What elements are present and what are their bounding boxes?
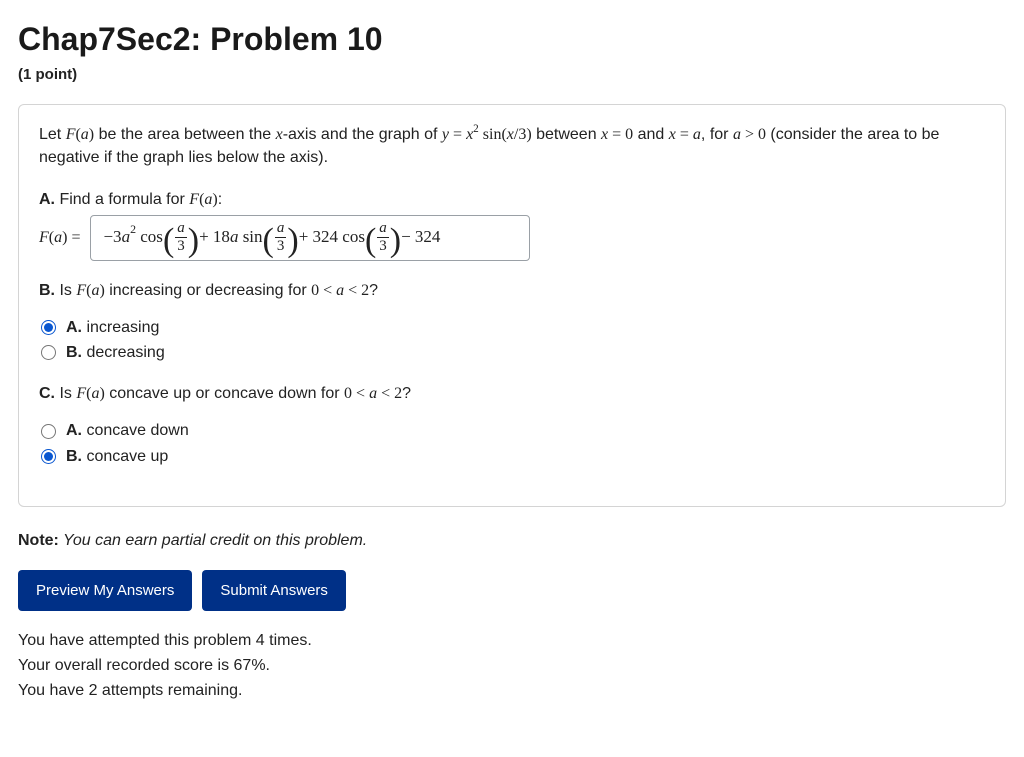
part-b-text: Is <box>55 282 76 299</box>
part-c-option-a[interactable]: A. concave down <box>41 419 985 442</box>
intro-text: be the area between the <box>94 126 275 143</box>
math-fa: F <box>66 126 76 143</box>
part-a-text: : <box>218 191 222 208</box>
page-title: Chap7Sec2: Problem 10 <box>18 16 1006 62</box>
part-b-prompt: B. Is F(a) increasing or decreasing for … <box>39 279 985 302</box>
math-y: y <box>442 126 449 143</box>
preview-answers-button[interactable]: Preview My Answers <box>18 570 192 611</box>
part-a-text: Find a formula for <box>55 191 189 208</box>
part-a: A. Find a formula for F(a): F(a) = −3a2 … <box>39 188 985 261</box>
part-c-text: concave up or concave down for <box>105 385 344 402</box>
math-gt: > 0 <box>741 126 766 143</box>
math-eq: = <box>676 126 693 143</box>
option-label: A. increasing <box>66 316 159 339</box>
radio-input[interactable] <box>41 345 56 360</box>
part-c-text: ? <box>402 385 411 402</box>
button-row: Preview My Answers Submit Answers <box>18 570 1006 611</box>
intro-text: between <box>532 126 601 143</box>
remaining-line: You have 2 attempts remaining. <box>18 679 1006 702</box>
part-c-option-b[interactable]: B. concave up <box>41 445 985 468</box>
part-b: B. Is F(a) increasing or decreasing for … <box>39 279 985 468</box>
problem-container: Let F(a) be the area between the x-axis … <box>18 104 1006 507</box>
math-sin: sin( <box>479 126 507 143</box>
option-label: B. decreasing <box>66 341 165 364</box>
note-text: You can earn partial credit on this prob… <box>59 532 367 549</box>
math-x: x <box>669 126 676 143</box>
math-fa: F <box>76 282 86 299</box>
intro-text: and <box>633 126 669 143</box>
intro-text: Let <box>39 126 66 143</box>
part-b-text: ? <box>369 282 378 299</box>
points-label: (1 point) <box>18 64 1006 86</box>
formula-answer-input[interactable]: −3a2 cos(a3) + 18a sin(a3) + 324 cos(a3)… <box>90 215 530 261</box>
part-b-option-b[interactable]: B. decreasing <box>41 341 985 364</box>
math-eq: = <box>449 126 466 143</box>
radio-input[interactable] <box>41 320 56 335</box>
formula-lhs: F(a) = <box>39 226 80 249</box>
submit-answers-button[interactable]: Submit Answers <box>202 570 346 611</box>
math-frac: /3) <box>514 126 532 143</box>
problem-intro: Let F(a) be the area between the x-axis … <box>39 123 985 169</box>
radio-input[interactable] <box>41 449 56 464</box>
part-a-prompt: A. Find a formula for F(a): <box>39 188 985 211</box>
part-b-options: A. increasing B. decreasing <box>41 316 985 364</box>
part-c-options: A. concave down B. concave up <box>41 419 985 467</box>
part-c-prompt: C. Is F(a) concave up or concave down fo… <box>39 382 985 405</box>
option-label: A. concave down <box>66 419 189 442</box>
part-a-label: A. <box>39 191 55 208</box>
part-b-label: B. <box>39 282 55 299</box>
part-c-text: Is <box>55 385 76 402</box>
math-x: x <box>507 126 514 143</box>
intro-text: -axis and the graph of <box>283 126 442 143</box>
math-sup: 2 <box>473 123 479 135</box>
math-eq: = 0 <box>608 126 633 143</box>
radio-input[interactable] <box>41 424 56 439</box>
part-b-option-a[interactable]: A. increasing <box>41 316 985 339</box>
formula-row: F(a) = −3a2 cos(a3) + 18a sin(a3) + 324 … <box>39 215 985 261</box>
intro-text: , for <box>701 126 733 143</box>
part-c-label: C. <box>39 385 55 402</box>
attempt-status: You have attempted this problem 4 times.… <box>18 629 1006 703</box>
part-b-text: increasing or decreasing for <box>105 282 311 299</box>
math-x: x <box>276 126 283 143</box>
math-fa: F <box>189 191 199 208</box>
score-line: Your overall recorded score is 67%. <box>18 654 1006 677</box>
math-a: a <box>733 126 741 143</box>
attempts-line: You have attempted this problem 4 times. <box>18 629 1006 652</box>
note: Note: You can earn partial credit on thi… <box>18 529 1006 552</box>
math-a: a <box>81 126 89 143</box>
math-range: 0 < <box>311 282 336 299</box>
math-a: a <box>693 126 701 143</box>
option-label: B. concave up <box>66 445 168 468</box>
note-label: Note: <box>18 532 59 549</box>
